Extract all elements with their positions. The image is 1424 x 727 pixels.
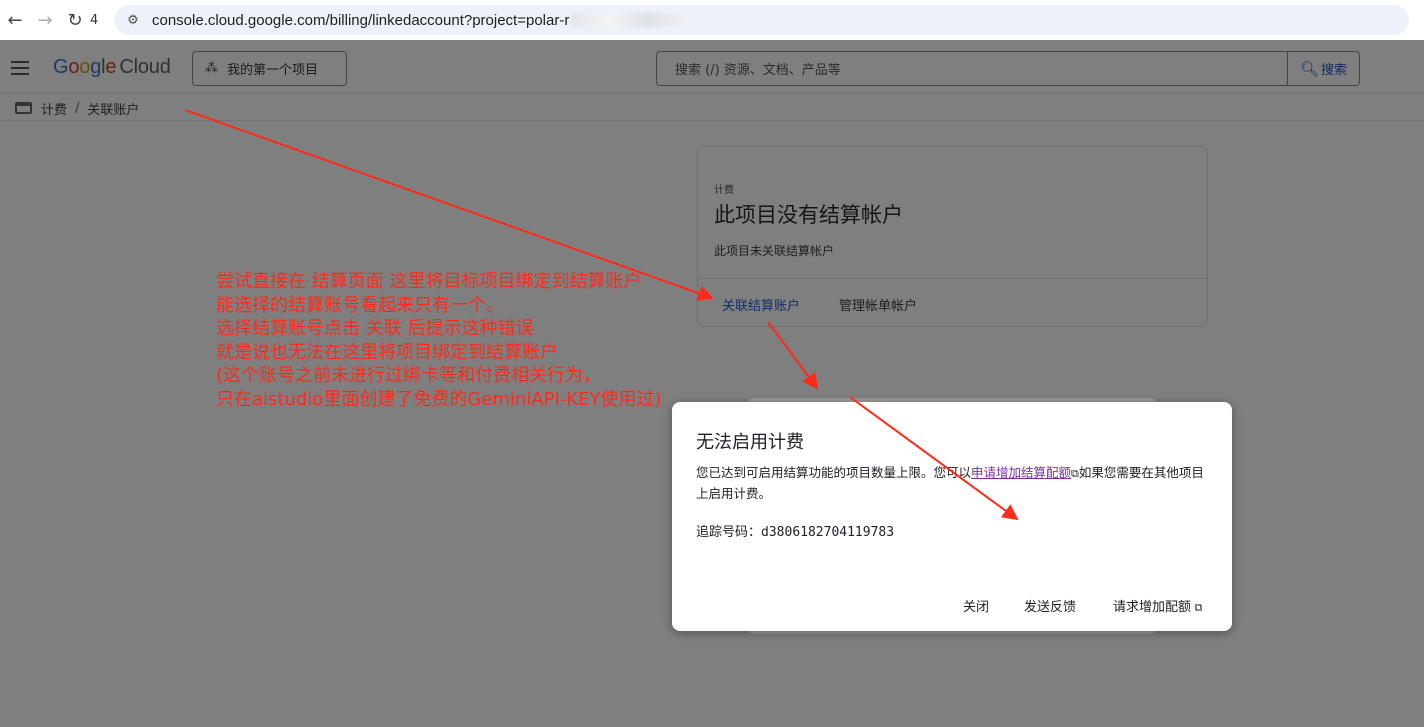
annotation-line: 能选择的结算账号看起来只有一个。 (216, 294, 504, 316)
annotation-line: 选择结算账号点击 关联 后提示这种错误 (216, 318, 534, 339)
annotation-line: (这个账号之前未进行过绑卡等和付费相关行为， (216, 365, 602, 386)
annotation-arrows (184, 109, 1019, 521)
annotation-line: 尝试直接在 结算页面 这里将目标项目绑定到结算账户 (216, 271, 642, 292)
arrow-link-to-dialog (767, 321, 819, 390)
arrow-to-error-message (849, 396, 1019, 521)
annotation-line: 只在aistudio里面创建了免费的GeminiAPI-KEY使用过) (216, 388, 662, 410)
annotation-line: 就是说也无法在这里将项目绑定到结算账户 (216, 341, 558, 363)
annotation-note: 尝试直接在 结算页面 这里将目标项目绑定到结算账户 能选择的结算账号看起来只有一… (216, 270, 661, 411)
